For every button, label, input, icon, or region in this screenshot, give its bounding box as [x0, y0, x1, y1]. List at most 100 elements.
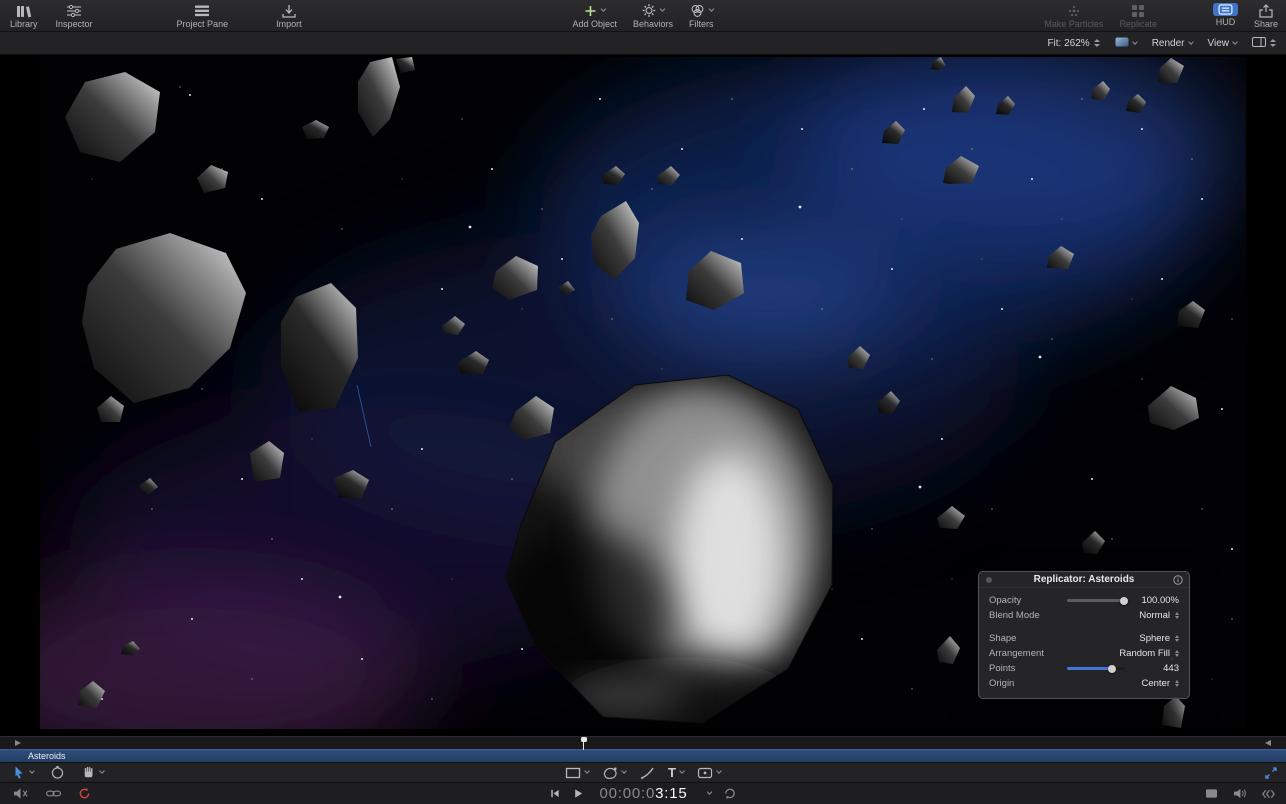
- play-button[interactable]: [572, 788, 583, 799]
- mini-timeline[interactable]: [0, 736, 1286, 749]
- import-icon: [281, 3, 297, 18]
- origin-label: Origin: [989, 678, 1141, 689]
- chevron-down-icon: [99, 768, 105, 774]
- chevron-down-icon: [29, 768, 35, 774]
- origin-value: Center: [1141, 678, 1170, 689]
- opacity-label: Opacity: [989, 595, 1067, 606]
- audio-mute-icon[interactable]: [12, 787, 29, 800]
- mask-tool-button[interactable]: [602, 766, 626, 780]
- hud-label: HUD: [1216, 17, 1236, 27]
- filters-label: Filters: [689, 19, 714, 29]
- points-label: Points: [989, 663, 1067, 674]
- channels-popup[interactable]: [1115, 37, 1137, 50]
- points-value[interactable]: 443: [1133, 663, 1179, 674]
- display-icon[interactable]: [1205, 788, 1218, 799]
- layout-control[interactable]: [1252, 37, 1276, 50]
- pan-hand-tool-button[interactable]: [81, 765, 104, 780]
- opacity-slider[interactable]: [1067, 599, 1125, 602]
- hud-title-bar[interactable]: Replicator: Asteroids: [979, 572, 1189, 588]
- inspector-icon: [66, 3, 82, 18]
- share-label: Share: [1254, 19, 1278, 29]
- import-button[interactable]: Import: [276, 3, 302, 29]
- timecode-prefix: 00:00:0: [599, 785, 655, 802]
- channels-swatch-icon: [1115, 37, 1129, 50]
- transport-bar: 00:00:03:15: [0, 782, 1286, 804]
- make-particles-label: Make Particles: [1044, 19, 1103, 29]
- inspector-button[interactable]: Inspector: [56, 3, 93, 29]
- project-pane-button[interactable]: Project Pane: [177, 3, 229, 29]
- info-icon[interactable]: [1173, 575, 1183, 585]
- speaker-icon[interactable]: [1232, 788, 1247, 799]
- blend-mode-value: Normal: [1139, 610, 1170, 621]
- expand-timeline-icon[interactable]: [1264, 766, 1278, 780]
- popup-arrows-icon: [1175, 612, 1179, 620]
- hud-row-opacity: Opacity 100.00%: [989, 593, 1179, 608]
- zoom-fit-control[interactable]: Fit: 262%: [1047, 38, 1099, 49]
- timeline-end-marker-icon[interactable]: [1265, 740, 1271, 746]
- hud-row-blend-mode: Blend Mode Normal: [989, 608, 1179, 623]
- chevron-down-icon: [1132, 39, 1138, 45]
- double-chevron-icon[interactable]: [1261, 789, 1276, 799]
- library-button[interactable]: Library: [10, 3, 38, 29]
- import-label: Import: [276, 19, 302, 29]
- hud-panel[interactable]: Replicator: Asteroids Opacity 100.00% Bl…: [978, 571, 1190, 699]
- loop-playback-icon[interactable]: [724, 787, 737, 800]
- chevron-down-icon: [621, 768, 627, 774]
- record-animation-icon[interactable]: [78, 787, 91, 800]
- playhead[interactable]: [583, 737, 584, 750]
- shape-popup[interactable]: Sphere: [1139, 633, 1179, 644]
- tools-bar: T: [0, 762, 1286, 782]
- behaviors-label: Behaviors: [633, 19, 673, 29]
- paint-stroke-tool-button[interactable]: [639, 766, 655, 780]
- zoom-fit-label: Fit: 262%: [1047, 38, 1089, 49]
- zoom-stepper-icon[interactable]: [1094, 39, 1100, 47]
- opacity-value[interactable]: 100.00%: [1133, 595, 1179, 606]
- select-tool-button[interactable]: [12, 765, 34, 780]
- slider-knob[interactable]: [1120, 597, 1128, 605]
- adjust-item-tool-button[interactable]: [50, 765, 65, 780]
- previous-frame-button[interactable]: [549, 788, 560, 799]
- points-slider[interactable]: [1067, 667, 1125, 670]
- timecode-popup-chevron-icon[interactable]: [707, 789, 713, 795]
- make-particles-button: Make Particles: [1044, 3, 1103, 29]
- canvas-area: Replicator: Asteroids Opacity 100.00% Bl…: [0, 55, 1286, 736]
- timeline-start-marker-icon[interactable]: [15, 740, 21, 746]
- track-asteroids[interactable]: Asteroids: [0, 749, 1286, 762]
- layout-stepper-icon[interactable]: [1270, 39, 1276, 47]
- behaviors-button[interactable]: Behaviors: [633, 3, 673, 29]
- library-label: Library: [10, 19, 38, 29]
- share-button[interactable]: Share: [1254, 3, 1278, 29]
- chevron-down-icon: [716, 768, 722, 774]
- behaviors-gear-icon: [642, 3, 657, 18]
- blend-mode-popup[interactable]: Normal: [1139, 610, 1179, 621]
- hud-row-shape: Shape Sphere: [989, 631, 1179, 646]
- timecode-display[interactable]: 00:00:03:15: [599, 785, 687, 802]
- arrangement-label: Arrangement: [989, 648, 1119, 659]
- view-popup[interactable]: View: [1208, 38, 1238, 49]
- shape-tool-button[interactable]: [697, 767, 721, 779]
- link-icon[interactable]: [45, 788, 62, 799]
- chevron-down-icon: [1232, 39, 1238, 45]
- rectangle-tool-button[interactable]: [565, 767, 589, 779]
- track-label: Asteroids: [0, 751, 66, 761]
- text-tool-glyph: T: [668, 766, 676, 779]
- hud-row-points: Points 443: [989, 661, 1179, 676]
- render-popup[interactable]: Render: [1152, 38, 1193, 49]
- filters-button[interactable]: Filters: [689, 3, 714, 29]
- project-pane-label: Project Pane: [177, 19, 229, 29]
- filters-icon: [689, 3, 705, 18]
- add-object-button[interactable]: Add Object: [572, 3, 617, 29]
- view-options-bar: Fit: 262% Render View: [0, 32, 1286, 55]
- chevron-down-icon: [660, 6, 666, 12]
- hud-row-arrangement: Arrangement Random Fill: [989, 646, 1179, 661]
- slider-knob[interactable]: [1108, 665, 1116, 673]
- hud-toggle-button[interactable]: HUD: [1213, 3, 1238, 27]
- text-tool-button[interactable]: T: [668, 766, 684, 779]
- replicate-button: Replicate: [1119, 3, 1157, 29]
- hud-title: Replicator: Asteroids: [1034, 574, 1135, 585]
- inspector-label: Inspector: [56, 19, 93, 29]
- hud-dim-icon: [986, 577, 992, 583]
- arrangement-popup[interactable]: Random Fill: [1119, 648, 1179, 659]
- popup-arrows-icon: [1175, 680, 1179, 688]
- origin-popup[interactable]: Center: [1141, 678, 1179, 689]
